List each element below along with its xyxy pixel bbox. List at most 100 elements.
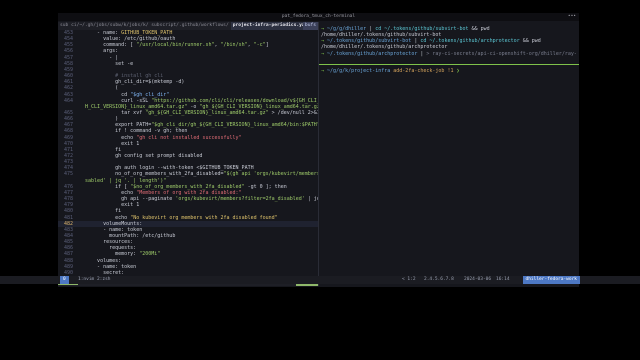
code-token: secret:: [79, 269, 125, 276]
code-token: gh_cli_dir=$(mktemp -d): [79, 79, 185, 86]
window-controls-icon[interactable]: •••: [568, 14, 576, 19]
terminal-token: |: [366, 26, 376, 32]
code-editor[interactable]: 453 - name: GITHUB_TOKEN_PATH 454 value: …: [58, 30, 318, 279]
tmux-pane-index: < 1:2: [402, 277, 416, 282]
code-text: echo "Members of org with 2fa disabled:": [79, 190, 241, 196]
code-token: resources:: [79, 239, 134, 246]
tmux-statusbar: 0 1:nvim 2:zsh < 1:2 2.4.5.6.7.8 2024-03…: [0, 276, 640, 284]
terminal-token: cd ~/.tokens/github/subvirt-bot: [375, 26, 469, 32]
code-token: ): [79, 116, 119, 123]
code-text: (: [79, 85, 118, 91]
code-token: # install gh cli: [79, 73, 164, 80]
terminal-window: pat_fedora_tmux_ch-terminal ••• sub ci/~…: [58, 13, 579, 287]
code-token: | jq -r: [307, 196, 318, 203]
code-token: fi: [79, 208, 122, 215]
code-text: set -e: [79, 61, 133, 67]
code-text: volumeMounts:: [79, 221, 142, 227]
code-token: volumeMounts:: [79, 220, 143, 227]
code-text: # install gh cli: [79, 73, 163, 79]
code-text: - name: GITHUB_TOKEN_PATH: [79, 30, 172, 36]
buffers-badge: bufs: [302, 22, 318, 30]
code-text: volumes:: [79, 258, 121, 264]
code-token: command: [: [79, 42, 137, 49]
terminal-token: add-2fa-check-job !1: [393, 68, 454, 74]
code-token: "200Mi": [139, 251, 161, 258]
terminal-token: && pwd: [468, 26, 490, 32]
terminal-token: ~/.tokens/github/archprotector: [327, 50, 418, 57]
tmux-hostname: dhiller-fedora-work: [522, 276, 580, 284]
code-text: - name: token: [79, 264, 136, 270]
terminal-line: → ~/.tokens/github/archprotector | > ray…: [321, 51, 577, 57]
code-token: export PATH=: [79, 122, 152, 129]
code-text: secret:: [79, 270, 124, 276]
code-token: - name: token: [79, 263, 137, 270]
code-text: fi: [79, 208, 121, 214]
tmux-time: 16:14: [496, 277, 510, 282]
code-text: H_CLI_VERSION}_linux_amd64.tar.gz" -o "g…: [79, 104, 318, 110]
terminal-token: > ray-ci-secrets/api-ci-openshift-org/dh…: [426, 50, 577, 57]
tmux-windows[interactable]: 1:nvim 2:zsh: [75, 276, 114, 284]
code-token: echo: [79, 214, 131, 221]
tab-workflow-path[interactable]: sub ci/~/.gh/jobs/subw/k/jobs/k/ subscri…: [58, 22, 231, 30]
terminal-prompt: → ~/g/g/k/project-infra add-2fa-check-jo…: [321, 68, 577, 74]
terminal-token: cd ~/.tokens/github/archprotector: [420, 38, 520, 45]
code-text: command: [ "/usr/local/bin/runner.sh", "…: [79, 42, 269, 48]
screen-background: pat_fedora_tmux_ch-terminal ••• sub ci/~…: [0, 0, 640, 360]
terminal-pane-top[interactable]: → ~/g/g/dhiller | cd ~/.tokens/github/su…: [321, 26, 577, 64]
code-token: mountPath: /etc/github: [79, 232, 176, 239]
code-token: tar xvf: [79, 109, 146, 116]
code-text: sabled' | jq '. | length')": [79, 178, 166, 184]
code-text: tar xvf "gh_${GH_CLI_VERSION}_linux_amd6…: [79, 110, 318, 116]
editor-tabbar: sub ci/~/.gh/jobs/subw/k/jobs/k/ subscri…: [58, 22, 318, 30]
terminal-token: ❯: [456, 68, 460, 74]
pane-divider-active[interactable]: [319, 64, 579, 65]
code-text: curl -sSL "https://github.com/cli/cli/re…: [79, 98, 318, 104]
code-token: "$no_of_org_members_with_2fa_disabled": [130, 183, 245, 190]
terminal-token: ~/g/g/k/project-infra: [327, 68, 391, 74]
tmux-session[interactable]: 0: [60, 276, 69, 284]
code-token: "$gh_cli_dir/gh_${GH_CLI_VERSION}_linux_…: [151, 122, 318, 129]
window-title: pat_fedora_tmux_ch-terminal: [281, 14, 356, 19]
code-text: gh_cli_dir=$(mktemp -d): [79, 79, 184, 85]
terminal-token: ~/g/g/dhiller: [327, 26, 367, 32]
code-token: GITHUB_TOKEN_PATH: [121, 30, 173, 36]
code-text: resources:: [79, 239, 133, 245]
code-text: gh config set prompt disabled: [79, 153, 202, 159]
code-text: value: /etc/github/oauth: [79, 36, 175, 42]
code-token: "gh cli not installed successfully": [136, 134, 242, 141]
code-token: - name:: [79, 30, 122, 36]
code-text: no_of_org_members_with_2fa_disabled="$(g…: [79, 171, 318, 177]
code-token: "gh_${GH_CLI_VERSION}_linux_amd64.tar.gz…: [199, 103, 318, 110]
code-text: memory: "200Mi": [79, 251, 160, 257]
code-text: gh auth login --with-token <$GITHUB_TOKE…: [79, 165, 254, 171]
tmux-date: 2024-03-06: [464, 277, 492, 282]
code-token: > /dev/null 2>&1: [268, 109, 318, 116]
code-token: fi: [79, 146, 122, 153]
code-text: gh api --paginate 'orgs/kubevirt/members…: [79, 196, 318, 202]
code-text: mountPath: /etc/github: [79, 233, 175, 239]
tab-project-infra-periodics[interactable]: project-infra-periodics.yaml: [230, 22, 313, 30]
code-token: - name: token: [79, 226, 143, 233]
code-text: if ! command -v gh; then: [79, 128, 187, 134]
code-text: requests:: [79, 245, 136, 251]
code-token: args:: [79, 48, 119, 55]
code-token: if ! command -v gh; then: [79, 128, 188, 135]
code-token: "-c": [253, 42, 266, 49]
code-token: exit 1: [79, 140, 140, 147]
terminal-pane-bottom[interactable]: → ~/g/g/k/project-infra add-2fa-check-jo…: [321, 68, 577, 278]
code-text: echo "gh cli not installed successfully": [79, 134, 242, 141]
code-token: set -e: [79, 60, 134, 67]
tmux-window-list: 2.4.5.6.7.8: [424, 277, 454, 282]
pane-divider[interactable]: [318, 22, 319, 286]
code-token: echo: [79, 134, 137, 141]
terminal-token: |: [411, 38, 421, 45]
code-token: exit 1: [79, 202, 140, 209]
code-token: "gh_${GH_CLI_VERSION}_linux_amd64.tar.gz…: [145, 109, 269, 116]
code-token: "https://github.com/cli/cli/releases/dow…: [151, 97, 318, 104]
code-token: H_CLI_VERSION}_linux_amd64.tar.gz": [79, 103, 188, 110]
code-text: - name: token: [79, 227, 142, 233]
code-text: exit 1: [79, 141, 139, 147]
code-token: memory:: [79, 251, 140, 258]
code-text: ): [79, 116, 118, 122]
code-token: ]: [265, 42, 269, 49]
